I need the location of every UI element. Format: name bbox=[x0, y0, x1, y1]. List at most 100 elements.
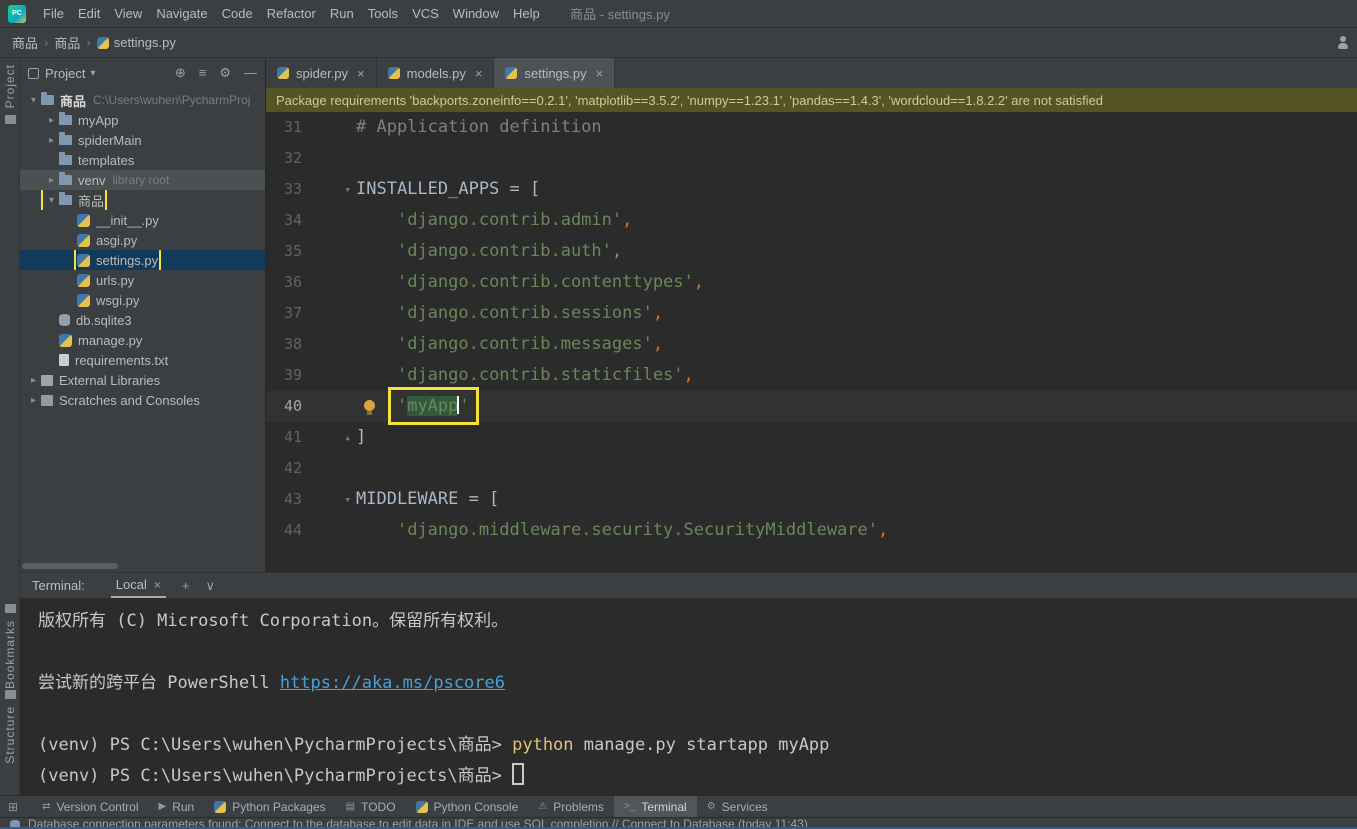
tree-item[interactable]: ▸ Scratches and Consoles bbox=[20, 390, 265, 410]
tree-item[interactable]: ▸ spiderMain bbox=[20, 130, 265, 150]
line-number: 37 bbox=[283, 304, 302, 322]
tree-item[interactable]: ▸ myApp bbox=[20, 110, 265, 130]
tree-item-label: spiderMain bbox=[78, 132, 142, 148]
close-icon[interactable]: × bbox=[475, 66, 483, 81]
chevron-down-icon[interactable]: ▾ bbox=[44, 195, 59, 206]
code-line-40[interactable]: 40 'myApp' bbox=[266, 387, 1357, 425]
code-line-44[interactable]: 44 'django.middleware.security.SecurityM… bbox=[266, 515, 1357, 546]
tree-item[interactable]: manage.py bbox=[20, 330, 265, 350]
breadcrumb-item[interactable]: 商品 bbox=[54, 33, 80, 52]
terminal-tab-local[interactable]: Local × bbox=[110, 573, 166, 598]
tree-item[interactable]: requirements.txt bbox=[20, 350, 265, 370]
menu-file[interactable]: File bbox=[36, 2, 71, 25]
menu-tools[interactable]: Tools bbox=[361, 2, 405, 25]
tree-item[interactable]: urls.py bbox=[20, 270, 265, 290]
tree-item[interactable]: templates bbox=[20, 150, 265, 170]
pycharm-window: PC File Edit View Navigate Code Refactor Run To… bbox=[0, 0, 1357, 829]
chevron-right-icon[interactable]: ▸ bbox=[44, 135, 59, 146]
code-token: 'django.middleware.security.SecurityMidd… bbox=[396, 520, 878, 540]
tree-item[interactable]: wsgi.py bbox=[20, 290, 265, 310]
tree-item[interactable]: ▾ 商品 C:\Users\wuhen\PycharmProj bbox=[20, 90, 265, 110]
chevron-right-icon[interactable]: ▸ bbox=[26, 395, 41, 406]
tab-spider.py[interactable]: spider.py × bbox=[266, 58, 377, 88]
menu-help[interactable]: Help bbox=[506, 2, 547, 25]
tree-item-content: urls.py bbox=[77, 271, 134, 289]
code-line-33[interactable]: 33 ▾ INSTALLED_APPS = [ bbox=[266, 174, 1357, 205]
user-icon[interactable] bbox=[1336, 36, 1350, 50]
chevron-right-icon[interactable]: ▸ bbox=[26, 375, 41, 386]
close-icon[interactable]: × bbox=[154, 578, 161, 592]
menu-window[interactable]: Window bbox=[446, 2, 506, 25]
add-icon[interactable]: + bbox=[182, 578, 190, 594]
chevron-down-icon[interactable]: ∨ bbox=[205, 578, 215, 594]
tree-item[interactable]: db.sqlite3 bbox=[20, 310, 265, 330]
chevron-right-icon[interactable]: ▸ bbox=[44, 175, 59, 186]
settings-icon[interactable]: ⚙ bbox=[219, 65, 231, 81]
menu-run[interactable]: Run bbox=[323, 2, 361, 25]
collapse-all-icon[interactable]: ≡ bbox=[199, 65, 207, 81]
code-line-39[interactable]: 39 'django.contrib.staticfiles', bbox=[266, 360, 1357, 391]
toolwindow-button-todo[interactable]: ▤ TODO bbox=[336, 796, 406, 817]
chevron-down-icon[interactable]: ▾ bbox=[26, 95, 41, 106]
stripe-project[interactable]: Project bbox=[0, 64, 20, 125]
tree-item[interactable]: ▾ 商品 bbox=[20, 190, 265, 210]
toolwindow-button-python-console[interactable]: Python Console bbox=[406, 796, 529, 817]
code-line-42[interactable]: 42 bbox=[266, 453, 1357, 484]
code-line-31[interactable]: 31 # Application definition bbox=[266, 112, 1357, 143]
code-line-37[interactable]: 37 'django.contrib.sessions', bbox=[266, 298, 1357, 329]
toolwindow-button-run[interactable]: ▶ Run bbox=[149, 796, 205, 817]
toolwindow-button-python-packages[interactable]: Python Packages bbox=[204, 796, 335, 817]
code-token: MIDDLEWARE = [ bbox=[356, 489, 500, 509]
menu-view[interactable]: View bbox=[107, 2, 149, 25]
code-line-41[interactable]: 41 ▴] bbox=[266, 422, 1357, 453]
fold-open-icon[interactable]: ▾ bbox=[302, 484, 356, 515]
toolwindow-switcher-icon[interactable]: ⊞ bbox=[8, 800, 18, 814]
hide-icon[interactable]: — bbox=[244, 65, 257, 81]
toolwindow-button-terminal[interactable]: >_ Terminal bbox=[613, 796, 697, 817]
menu-navigate[interactable]: Navigate bbox=[149, 2, 214, 25]
fold-close-icon[interactable]: ▴ bbox=[302, 422, 356, 453]
breadcrumb-item[interactable]: 商品 bbox=[12, 33, 38, 52]
toolwindow-button-services[interactable]: ⚙ Services bbox=[697, 796, 778, 817]
tree-item[interactable]: __init__.py bbox=[20, 210, 265, 230]
chevron-right-icon[interactable]: ▸ bbox=[44, 115, 59, 126]
fold-gutter bbox=[302, 453, 356, 484]
breadcrumb-item[interactable]: settings.py bbox=[96, 35, 176, 50]
close-icon[interactable]: × bbox=[357, 66, 365, 81]
intention-bulb-icon[interactable] bbox=[364, 400, 375, 415]
menu-edit[interactable]: Edit bbox=[71, 2, 107, 25]
code-line-36[interactable]: 36 'django.contrib.contenttypes', bbox=[266, 267, 1357, 298]
horizontal-scrollbar[interactable] bbox=[22, 563, 118, 569]
menu-code[interactable]: Code bbox=[215, 2, 260, 25]
code-line-35[interactable]: 35 'django.contrib.auth', bbox=[266, 236, 1357, 267]
code-line-32[interactable]: 32 bbox=[266, 143, 1357, 174]
code-line-38[interactable]: 38 'django.contrib.messages', bbox=[266, 329, 1357, 360]
line-number: 35 bbox=[283, 242, 302, 260]
fold-gutter bbox=[302, 205, 356, 236]
toolwindow-button-version-control[interactable]: ⇄ Version Control bbox=[32, 796, 148, 817]
code-line-43[interactable]: 43 ▾ MIDDLEWARE = [ bbox=[266, 484, 1357, 515]
tree-item[interactable]: settings.py bbox=[20, 250, 265, 270]
menu-refactor[interactable]: Refactor bbox=[260, 2, 323, 25]
terminal-output[interactable]: 版权所有 (C) Microsoft Corporation。保留所有权利。 尝试… bbox=[20, 598, 1357, 792]
tree-item[interactable]: ▸ venv library root bbox=[20, 170, 265, 190]
project-view-selector[interactable]: Project bbox=[45, 66, 85, 81]
fold-open-icon[interactable]: ▾ bbox=[302, 174, 356, 205]
close-icon[interactable]: × bbox=[596, 66, 604, 81]
code-editor[interactable]: 31 # Application definition 32 33 ▾ INSTALLED… bbox=[266, 112, 1357, 572]
toolwindow-button-problems[interactable]: ⚠ Problems bbox=[528, 796, 614, 817]
stripe-structure[interactable]: Structure bbox=[0, 690, 20, 764]
menu-vcs[interactable]: VCS bbox=[405, 2, 446, 25]
terminal-tab-label: Local bbox=[115, 577, 147, 592]
tab-models.py[interactable]: models.py × bbox=[377, 58, 495, 88]
tree-item[interactable]: asgi.py bbox=[20, 230, 265, 250]
locate-icon[interactable]: ⊕ bbox=[175, 65, 186, 81]
tab-settings.py[interactable]: settings.py × bbox=[494, 58, 616, 88]
code-line-34[interactable]: 34 'django.contrib.admin', bbox=[266, 205, 1357, 236]
terminal-line: 尝试新的跨平台 PowerShell https://aka.ms/pscore… bbox=[38, 668, 1357, 699]
stripe-bookmarks[interactable]: Bookmarks bbox=[0, 604, 20, 689]
tree-item[interactable]: ▸ External Libraries bbox=[20, 370, 265, 390]
terminal-token: (venv) PS C:\Users\wuhen\PycharmProjects… bbox=[38, 735, 513, 755]
